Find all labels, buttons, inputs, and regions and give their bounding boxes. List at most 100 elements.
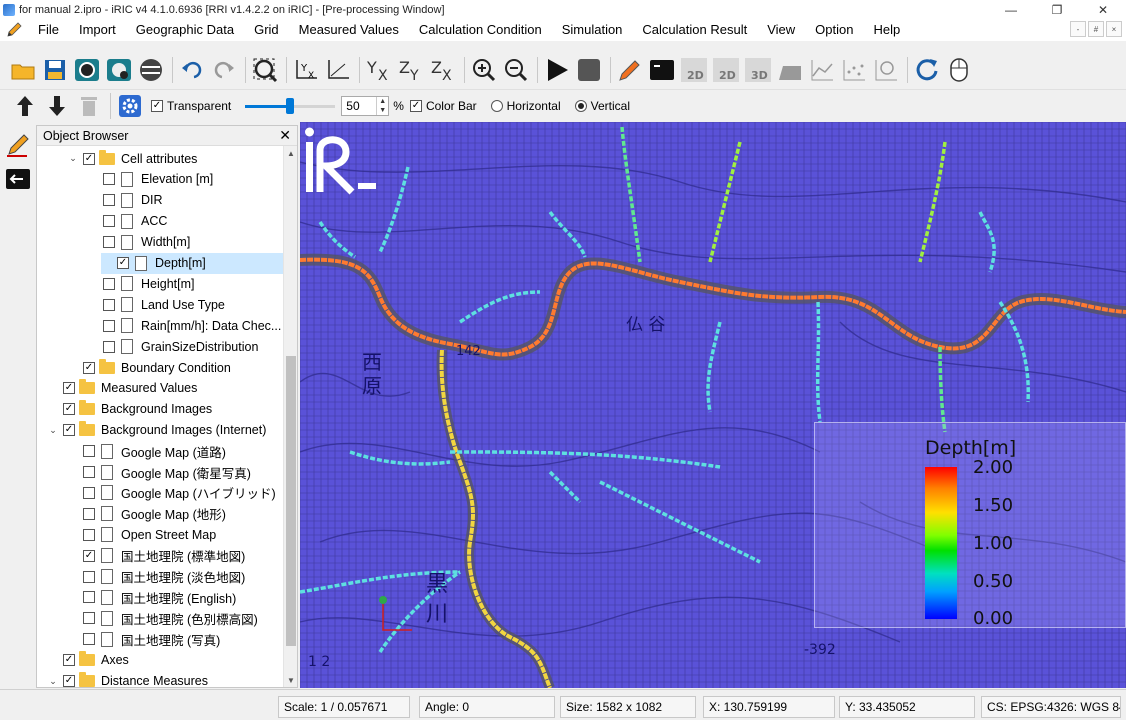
tree-item[interactable]: ✓ Boundary Condition [37, 357, 231, 378]
save-icon[interactable] [40, 55, 70, 85]
zoom-out-icon[interactable] [501, 55, 531, 85]
menu-option[interactable]: Option [805, 19, 863, 41]
run-icon[interactable] [542, 55, 572, 85]
tree-item-checkbox[interactable]: ✓ [63, 675, 75, 687]
tree-item[interactable]: 国土地理院 (淡色地図) [37, 566, 245, 587]
opacity-spinbox[interactable]: 50 ▲ ▼ [341, 95, 390, 116]
opacity-slider[interactable] [245, 96, 336, 116]
tree-item-checkbox[interactable] [83, 612, 95, 625]
edit-object-icon[interactable] [3, 131, 33, 159]
snapshot-svg-icon[interactable] [104, 55, 134, 85]
move-up-icon[interactable] [10, 91, 40, 121]
tree-item-checkbox[interactable]: ✓ [63, 382, 75, 395]
view-zy-icon[interactable]: ZY [396, 55, 426, 85]
menu-file[interactable]: File [28, 19, 69, 41]
continuous-snapshot-icon[interactable] [136, 55, 166, 85]
tree-item-checkbox[interactable]: ✓ [83, 549, 95, 562]
tree-item-checkbox[interactable] [103, 236, 115, 249]
tree-item-checkbox[interactable]: ✓ [63, 654, 75, 667]
move-down-icon[interactable] [42, 91, 72, 121]
axis-zoom-icon[interactable] [323, 55, 353, 85]
edit-pencil-icon[interactable] [615, 55, 645, 85]
menu-simulation[interactable]: Simulation [552, 19, 633, 41]
tree-item[interactable]: Width[m] [37, 232, 190, 253]
tree-item-checkbox[interactable] [83, 486, 95, 499]
map-view[interactable]: 西 原 仏 谷 黒 川 142 -392 1 2 Depth[m] 2.00 1… [300, 122, 1126, 688]
stop-icon[interactable] [574, 55, 604, 85]
transparent-check[interactable]: ✓ [151, 99, 163, 112]
color-bar-legend[interactable]: Depth[m] 2.00 1.50 1.00 0.50 0.00 [814, 422, 1126, 629]
colorbar-check[interactable]: ✓ [409, 99, 422, 112]
view-2d-alt-icon[interactable]: 2D [711, 55, 741, 85]
tree-item[interactable]: ⌄ ✓ Background Images (Internet) [37, 420, 266, 441]
transparent-checkbox[interactable]: ✓ Transparent [151, 99, 245, 113]
scroll-thumb[interactable] [286, 356, 296, 646]
tree-item[interactable]: ✓ Measured Values [37, 378, 197, 399]
tree-item[interactable]: Rain[mm/h]: Data Chec... [37, 315, 281, 336]
tree-item[interactable]: Google Map (地形) [37, 503, 226, 524]
restore-button[interactable]: ❐ [1034, 0, 1080, 19]
refresh-icon[interactable] [912, 55, 942, 85]
tree-item-checkbox[interactable]: ✓ [63, 424, 75, 437]
tree-item[interactable]: Elevation [m] [37, 169, 213, 190]
menu-measured-values[interactable]: Measured Values [289, 19, 409, 41]
attribute-browser-icon[interactable] [3, 165, 33, 193]
tree-item-checkbox[interactable]: ✓ [63, 403, 75, 416]
tree-item[interactable]: Google Map (衛星写真) [37, 462, 251, 483]
horizontal-radio-button[interactable] [490, 99, 503, 112]
colorbar-checkbox[interactable]: ✓ Color Bar [409, 99, 491, 113]
scroll-down-arrow[interactable]: ▼ [284, 673, 298, 687]
mdi-close-button[interactable]: × [1106, 21, 1122, 37]
tree-item-checkbox[interactable] [83, 507, 95, 520]
tree-item[interactable]: ✓ Depth[m] [101, 252, 283, 274]
horizontal-radio[interactable]: Horizontal [490, 99, 575, 113]
tree-item-checkbox[interactable] [103, 277, 115, 290]
mdi-minimize-button[interactable]: - [1070, 21, 1086, 37]
tree-expander-icon[interactable]: ⌄ [67, 153, 79, 164]
view-yx-icon[interactable]: YX [364, 55, 394, 85]
menu-calculation-result[interactable]: Calculation Result [632, 19, 757, 41]
tree-item-checkbox[interactable] [103, 215, 115, 228]
tree-item[interactable]: 国土地理院 (写真) [37, 629, 220, 650]
menu-view[interactable]: View [757, 19, 805, 41]
tree-item[interactable]: ⌄ ✓ Distance Measures [37, 671, 208, 687]
tree-item[interactable]: ✓ Background Images [37, 399, 212, 420]
view-2d-icon[interactable]: 2D [679, 55, 709, 85]
delete-icon[interactable] [74, 91, 104, 121]
tree-item[interactable]: Height[m] [37, 273, 195, 294]
tree-item[interactable]: 国土地理院 (色別標高図) [37, 608, 258, 629]
settings-gear-icon[interactable] [115, 91, 145, 121]
zoom-in-icon[interactable] [469, 55, 499, 85]
scroll-up-arrow[interactable]: ▲ [284, 146, 298, 160]
tree-item[interactable]: GrainSizeDistribution [37, 336, 258, 357]
axis-x-icon[interactable]: YX [291, 55, 321, 85]
menu-grid[interactable]: Grid [244, 19, 289, 41]
tree-item-checkbox[interactable]: ✓ [83, 152, 95, 165]
tree-item[interactable]: ACC [37, 211, 167, 232]
close-window-button[interactable]: ✕ [1080, 0, 1126, 19]
probe-icon[interactable] [871, 55, 901, 85]
tree-item-checkbox[interactable] [103, 340, 115, 353]
tree-item-checkbox[interactable] [83, 445, 95, 458]
menu-geographic-data[interactable]: Geographic Data [126, 19, 244, 41]
redo-icon[interactable] [209, 55, 239, 85]
object-browser-scrollbar[interactable]: ▲ ▼ [283, 146, 297, 687]
open-folder-icon[interactable] [8, 55, 38, 85]
tree-item[interactable]: ✓ 国土地理院 (標準地図) [37, 545, 245, 566]
tree-expander-icon[interactable]: ⌄ [47, 676, 59, 687]
tree-item[interactable]: 国土地理院 (English) [37, 587, 236, 608]
tree-item-checkbox[interactable] [83, 570, 95, 583]
tree-item-checkbox[interactable]: ✓ [83, 361, 95, 374]
mdi-restore-button[interactable]: # [1088, 21, 1104, 37]
menu-import[interactable]: Import [69, 19, 126, 41]
graph-icon[interactable] [775, 55, 805, 85]
tree-item-checkbox[interactable]: ✓ [117, 257, 129, 269]
zoom-fit-icon[interactable] [250, 55, 280, 85]
tree-item-checkbox[interactable] [103, 194, 115, 207]
tree-item[interactable]: Google Map (ハイブリッド) [37, 482, 276, 503]
object-browser-close-button[interactable]: ✕ [279, 127, 291, 144]
snapshot-icon[interactable] [72, 55, 102, 85]
vertical-radio[interactable]: Vertical [574, 99, 644, 113]
view-3d-icon[interactable]: 3D [743, 55, 773, 85]
tree-item-checkbox[interactable] [83, 528, 95, 541]
